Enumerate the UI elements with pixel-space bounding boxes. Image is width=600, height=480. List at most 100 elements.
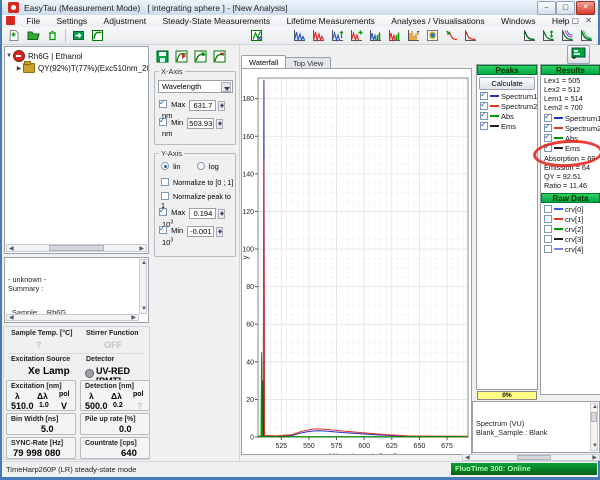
menu-analyses[interactable]: Analyses / Visualisations [384,15,491,26]
close-button[interactable]: ✕ [576,1,595,15]
decay-red-icon[interactable] [461,27,480,45]
spectrum-multi-icon[interactable] [385,27,404,45]
minimize-button[interactable]: – [537,1,556,15]
checkbox[interactable] [544,235,552,243]
x-max-spinner[interactable] [218,101,225,111]
decay-export-icon[interactable] [442,27,461,45]
tree-item-measurement[interactable]: ▶ QY(92%)T(77%)(Exc510nm_20131219_1606 [15,62,148,74]
y-max-input[interactable]: 0.194 [189,208,216,219]
tree-collapse-icon[interactable]: ▶ [15,65,23,72]
x-max-input[interactable]: 631.7 [189,100,216,111]
decay-green-icon[interactable] [520,27,539,45]
checkbox[interactable] [480,112,488,120]
decay-scale-icon[interactable] [539,27,558,45]
results-curve-ems[interactable]: Ems [544,144,600,152]
batch-export-icon[interactable] [69,27,88,45]
x-min-checkbox[interactable] [159,118,167,126]
summary-vscrollbar[interactable]: ▲ ▼ [139,259,147,314]
results-curve-spectrum1[interactable]: Spectrum1 [544,114,600,122]
tree-expand-icon[interactable]: ▼ [5,53,13,59]
time-trace-icon[interactable] [404,27,423,45]
tab-top-view[interactable]: Top View [285,57,331,68]
raw-data-item-crv1[interactable]: crv[1] [544,215,600,223]
menu-lifetime[interactable]: Lifetime Measurements [280,15,382,26]
peaks-item-spectrum1[interactable]: Spectrum1 [480,92,537,100]
y-min-spinner[interactable] [216,227,223,237]
info-vscrollbar[interactable]: ▲ ▼ [590,403,598,451]
curve-tool-icon[interactable] [88,27,107,45]
checkbox[interactable] [544,144,552,152]
raw-data-item-crv3[interactable]: crv[3] [544,235,600,243]
normalize-peak-checkbox[interactable] [161,192,169,200]
checkbox[interactable] [480,92,488,100]
lin-radio[interactable] [161,162,169,170]
remove-curve-icon[interactable] [210,47,229,65]
scroll-down-icon[interactable]: ▼ [592,443,598,450]
checkbox[interactable] [544,215,552,223]
save-curve-icon[interactable] [153,47,172,65]
checkbox[interactable] [480,102,488,110]
x-min-spinner[interactable] [216,119,223,129]
scroll-left-icon[interactable]: ◀ [9,315,14,322]
add-curve-icon[interactable] [191,47,210,65]
checkbox[interactable] [480,122,488,130]
contour-plot-icon[interactable] [423,27,442,45]
checkbox[interactable] [544,225,552,233]
scroll-left-icon[interactable]: ◀ [9,246,14,253]
export-curve-icon[interactable] [172,47,191,65]
maximize-button[interactable]: ▢ [556,1,575,15]
menu-windows[interactable]: Windows [494,15,542,26]
spectrum-bars-icon[interactable] [366,27,385,45]
calculate-button[interactable]: Calculate [479,77,535,90]
normalize01-checkbox[interactable] [161,178,169,186]
scroll-thumb[interactable] [49,245,105,251]
y-min-input[interactable]: -0.001 [187,226,214,237]
checkbox[interactable] [544,114,552,122]
raw-data-item-crv0[interactable]: crv[0] [544,205,600,213]
spectrum-add-icon[interactable] [347,27,366,45]
scroll-up-icon[interactable]: ▲ [141,260,147,267]
scroll-down-icon[interactable]: ▼ [141,306,147,313]
menu-steady-state[interactable]: Steady-State Measurements [155,15,277,26]
delete-icon[interactable] [43,27,62,45]
scroll-thumb[interactable] [591,412,597,422]
checkbox[interactable] [544,205,552,213]
spectrum-red-icon[interactable] [309,27,328,45]
peaks-item-spectrum2[interactable]: Spectrum2 [480,102,537,110]
checkbox[interactable] [544,124,552,132]
x-min-input[interactable]: 503.93 [187,118,214,129]
decay-multi-icon[interactable] [577,27,596,45]
export-analysis-icon[interactable] [247,27,266,45]
chevron-down-icon[interactable] [221,82,231,92]
results-curve-abs[interactable]: Abs [544,134,600,142]
decay-colored-icon[interactable] [558,27,577,45]
raw-data-item-crv4[interactable]: crv[4] [544,245,600,253]
spectrum-chart[interactable]: 5255505756006256506750204060801001201401… [242,69,471,454]
tab-waterfall[interactable]: Waterfall [241,55,286,68]
export-report-button[interactable] [567,45,590,64]
x-axis-dropdown[interactable]: Wavelength [158,80,233,93]
scroll-up-icon[interactable]: ▲ [592,404,598,411]
spectrum-blue-icon[interactable] [290,27,309,45]
checkbox[interactable] [544,245,552,253]
new-file-icon[interactable] [5,27,24,45]
scroll-right-icon[interactable]: ▶ [131,315,136,322]
title-bar[interactable]: EasyTau (Measurement Mode) [ integrating… [2,0,598,16]
menu-settings[interactable]: Settings [49,15,94,26]
mdi-window-buttons[interactable]: – ▢ ✕ [561,16,594,25]
log-radio[interactable] [197,162,205,170]
spectrum-scale-icon[interactable] [328,27,347,45]
scroll-right-icon[interactable]: ▶ [139,246,144,253]
peaks-item-abs[interactable]: Abs [480,112,537,120]
peaks-item-ems[interactable]: Ems [480,122,537,130]
y-max-spinner[interactable] [218,209,225,219]
raw-data-item-crv2[interactable]: crv[2] [544,225,600,233]
mdi-document-icon[interactable] [6,16,15,25]
summary-hscrollbar[interactable]: ◀ ▶ [6,314,139,321]
checkbox[interactable] [544,134,552,142]
scroll-thumb[interactable] [517,455,551,460]
y-min-checkbox[interactable] [159,226,167,234]
panel-hscrollbar[interactable]: ◀ ▶ [462,454,600,461]
y-max-checkbox[interactable] [159,208,167,216]
x-max-checkbox[interactable] [159,100,167,108]
